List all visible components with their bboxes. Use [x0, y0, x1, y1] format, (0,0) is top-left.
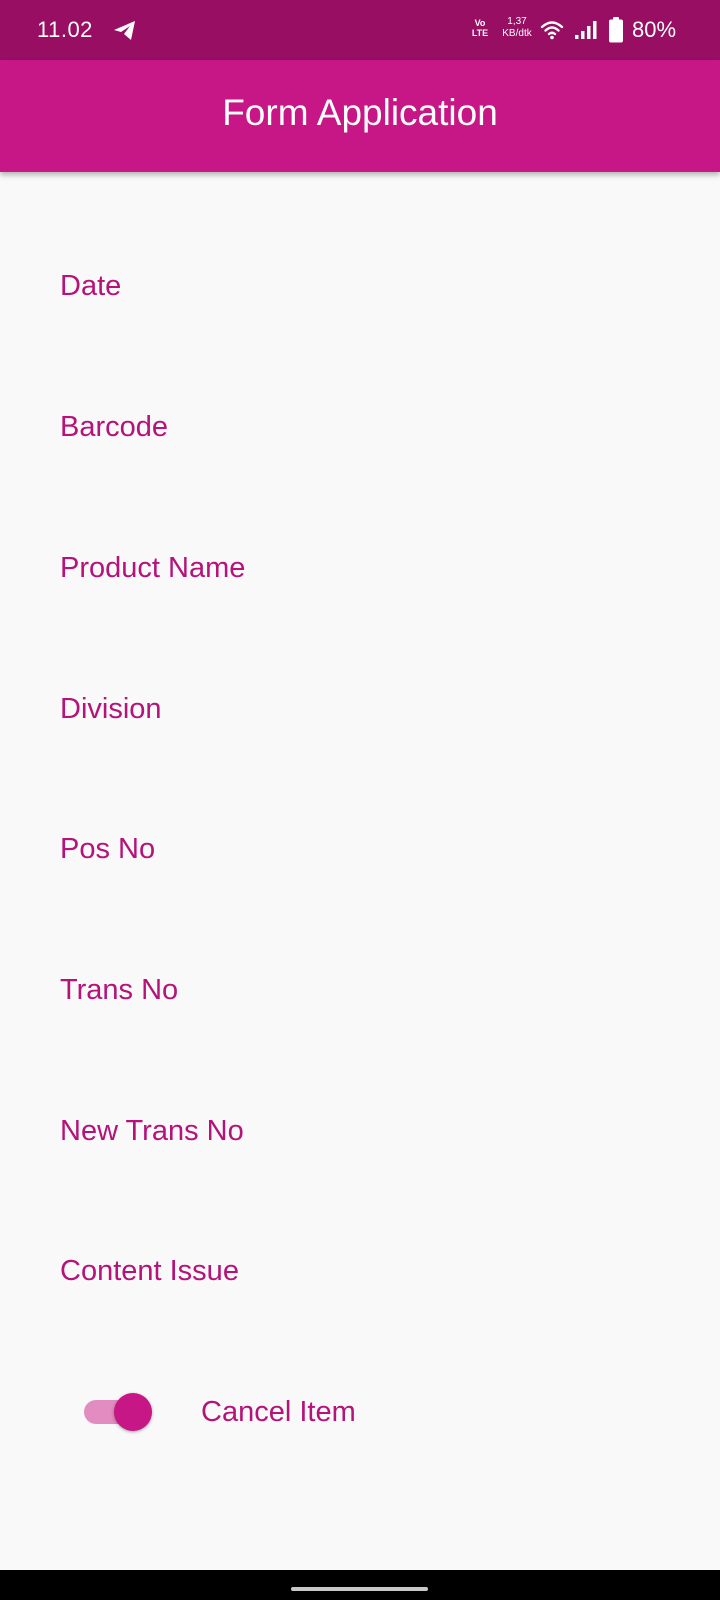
network-speed: 1,37 KB/dtk — [502, 16, 532, 39]
switch-thumb — [114, 1393, 152, 1431]
pos-no-field[interactable]: Pos No — [60, 819, 660, 879]
battery-percentage: 80% — [632, 17, 677, 42]
cancel-item-label: Cancel Item — [201, 1396, 356, 1428]
home-handle[interactable] — [291, 1587, 428, 1591]
navigation-bar — [0, 1570, 720, 1600]
trans-no-field[interactable]: Trans No — [60, 960, 660, 1020]
barcode-field[interactable]: Barcode — [60, 397, 660, 457]
new-trans-no-field[interactable]: New Trans No — [60, 1101, 660, 1161]
division-field[interactable]: Division — [60, 679, 660, 739]
signal-icon — [575, 21, 597, 39]
app-bar: Form Application — [0, 60, 720, 172]
status-bar: 11.02 Vo LTE 1,37 KB/dtk 80% — [0, 0, 720, 60]
content-issue-field[interactable]: Content Issue — [60, 1241, 660, 1301]
status-time: 11.02 — [37, 17, 93, 42]
date-field[interactable]: Date — [60, 256, 660, 316]
battery-icon — [609, 17, 623, 43]
telegram-icon — [114, 21, 135, 40]
wifi-icon — [540, 21, 564, 40]
product-name-field[interactable]: Product Name — [60, 538, 660, 598]
page-title: Form Application — [222, 92, 498, 133]
cancel-item-switch[interactable] — [84, 1392, 152, 1432]
volte-icon: Vo LTE — [471, 18, 489, 38]
